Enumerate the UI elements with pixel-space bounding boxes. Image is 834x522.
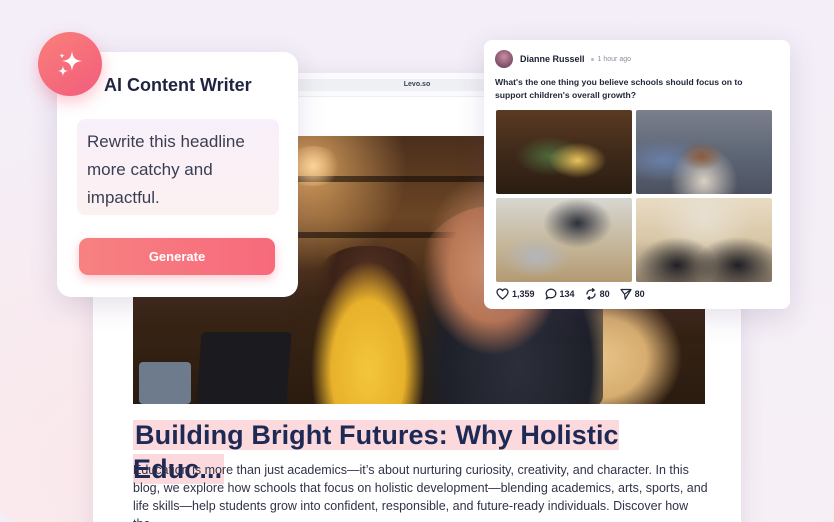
post-photo-4[interactable] [636, 198, 772, 282]
canvas: Levo.so Building Bright Futures: Why Hol… [0, 0, 834, 522]
post-photo-2[interactable] [636, 110, 772, 194]
post-photo-1[interactable] [496, 110, 632, 194]
post-stats: 1,359 134 80 80 [496, 288, 655, 300]
comment-icon [544, 288, 556, 300]
share-button[interactable]: 80 [619, 288, 645, 300]
like-button[interactable]: 1,359 [496, 288, 535, 300]
post-text: What's the one thing you believe schools… [495, 77, 743, 100]
generate-button[interactable]: Generate [79, 238, 275, 275]
separator-dot [590, 57, 594, 61]
post-author[interactable]: Dianne Russell [520, 54, 585, 64]
send-icon [619, 288, 632, 300]
heart-icon [496, 288, 509, 300]
prompt-textbox[interactable]: Rewrite this headline more catchy and im… [77, 119, 279, 215]
share-count: 80 [634, 289, 645, 299]
post-timestamp: 1 hour ago [597, 55, 632, 63]
like-count: 1,359 [512, 289, 535, 299]
repost-count: 80 [599, 289, 610, 299]
repost-icon [585, 288, 596, 300]
comment-button[interactable]: 134 [544, 288, 575, 300]
ai-content-writer-card: AI Content Writer Rewrite this headline … [57, 52, 298, 297]
avatar[interactable] [495, 50, 513, 68]
post-header: Dianne Russell 1 hour ago [495, 50, 631, 68]
blog-body-text: Education is more than just academics—it… [133, 463, 708, 522]
ai-writer-title: AI Content Writer [104, 75, 252, 95]
social-post-card: Dianne Russell 1 hour ago What's the one… [484, 40, 790, 309]
post-photo-3[interactable] [496, 198, 632, 282]
sparkle-icon [38, 32, 102, 96]
comment-count: 134 [559, 289, 575, 299]
repost-button[interactable]: 80 [585, 288, 610, 300]
